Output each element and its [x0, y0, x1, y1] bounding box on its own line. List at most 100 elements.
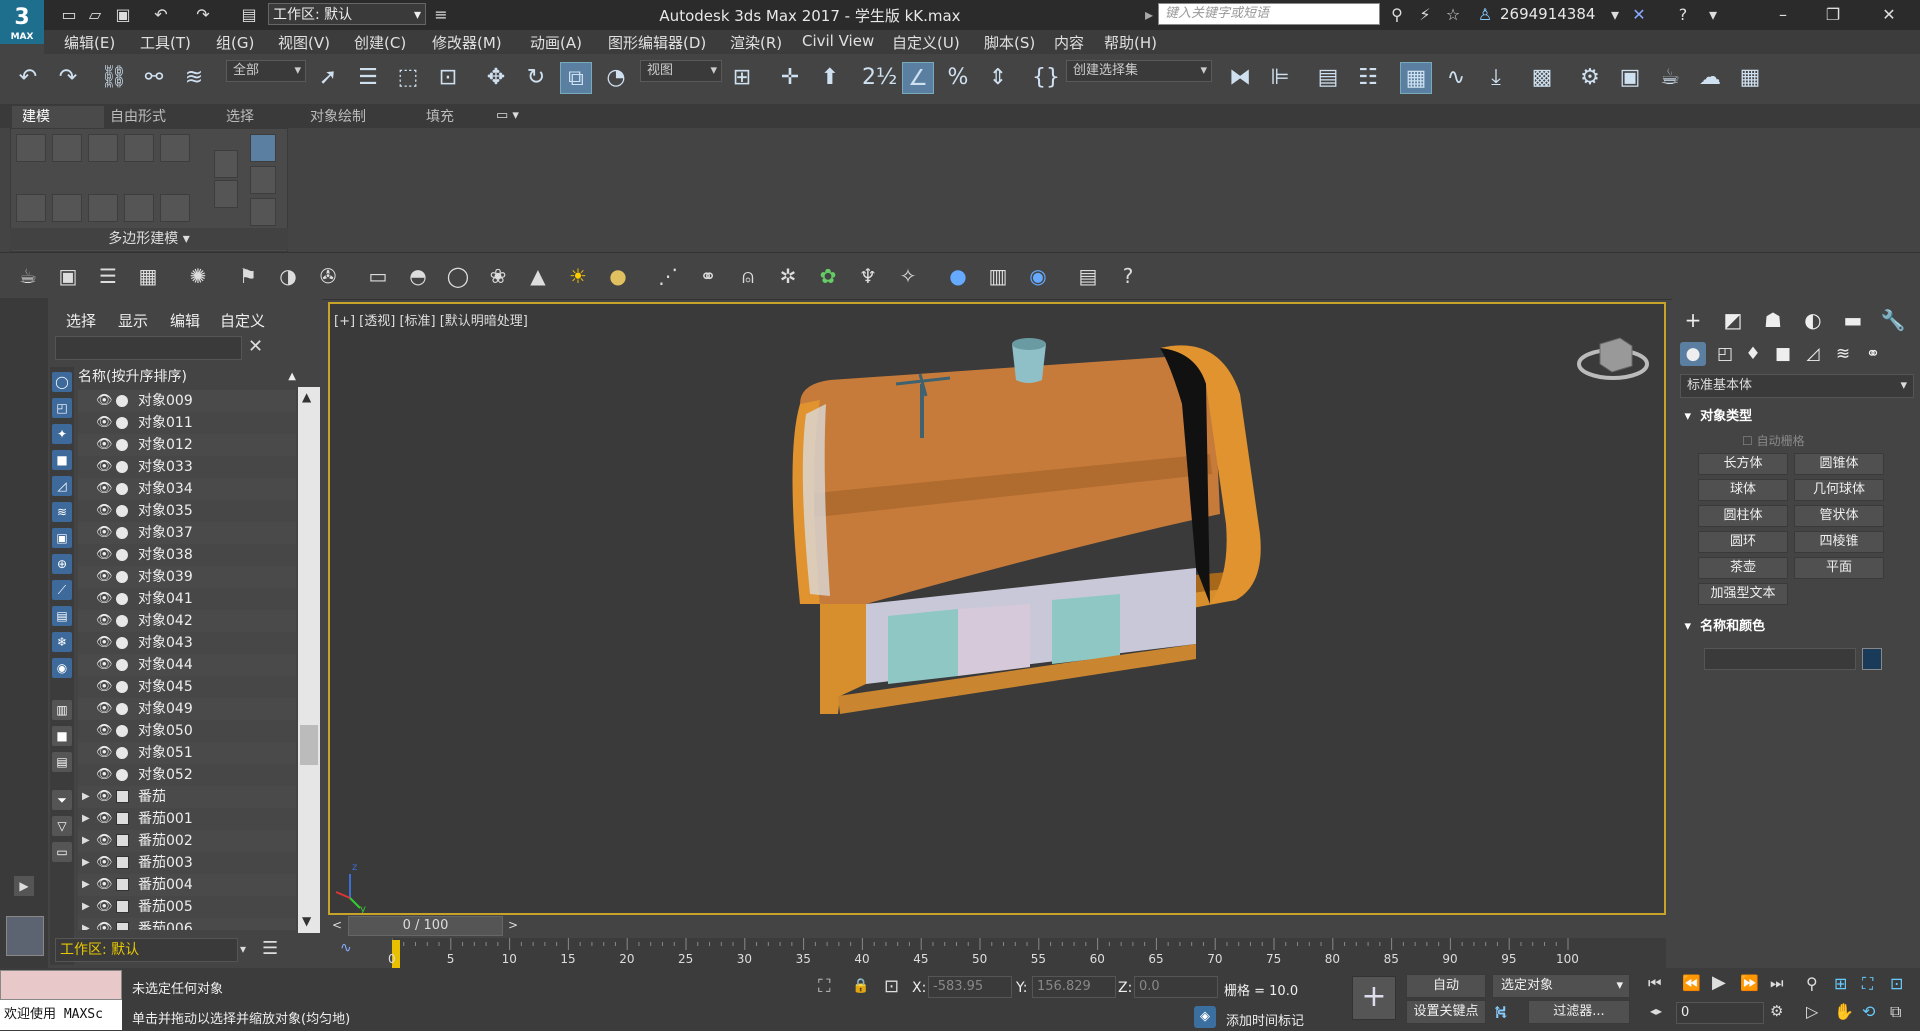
- explorer-menu-display[interactable]: 显示: [118, 310, 148, 331]
- hierarchy-tab-icon[interactable]: ☗: [1758, 306, 1788, 334]
- menu-civil-view[interactable]: Civil View: [802, 32, 874, 50]
- quick-access-menu-icon[interactable]: ≡: [430, 4, 452, 26]
- display-none-icon[interactable]: ■: [52, 726, 72, 746]
- key-filters-button[interactable]: 过滤器...: [1528, 1000, 1630, 1024]
- visibility-eye-icon[interactable]: 👁: [96, 500, 113, 522]
- batch-render-icon[interactable]: ▤: [1074, 262, 1102, 290]
- set-key-mode-button[interactable]: 设置关键点: [1406, 1000, 1486, 1024]
- next-frame-icon[interactable]: >: [508, 918, 518, 932]
- primitive-category-dropdown[interactable]: 标准基本体 ▾: [1680, 374, 1914, 398]
- box-button[interactable]: 长方体: [1698, 453, 1788, 475]
- visibility-eye-icon[interactable]: 👁: [96, 412, 113, 434]
- explorer-menu-customize[interactable]: 自定义: [220, 310, 265, 331]
- visibility-eye-icon[interactable]: 👁: [96, 456, 113, 478]
- explorer-menu-edit[interactable]: 编辑: [170, 310, 200, 331]
- isolate-selection-icon[interactable]: ⛶: [818, 976, 831, 997]
- object-row[interactable]: 👁 对象035: [78, 500, 296, 522]
- object-row[interactable]: 👁 对象041: [78, 588, 296, 610]
- object-row[interactable]: 👁 对象042: [78, 610, 296, 632]
- tab-modeling[interactable]: 建模: [12, 106, 104, 128]
- group-row[interactable]: ▶ 👁 番茄001: [78, 808, 296, 830]
- exchange-icon[interactable]: ✕: [1628, 4, 1650, 26]
- light-bulb-icon[interactable]: ✺: [184, 262, 212, 290]
- grass-icon[interactable]: ✿: [814, 262, 842, 290]
- plane-light-icon[interactable]: ▭: [364, 262, 392, 290]
- reference-coordinate-dropdown[interactable]: 视图 ▾: [640, 60, 722, 82]
- film-reel-icon[interactable]: ✇: [314, 262, 342, 290]
- user-icon[interactable]: ♙: [1474, 4, 1496, 26]
- layers-icon[interactable]: ☷: [1352, 62, 1384, 94]
- filter-shapes-icon[interactable]: ◰: [52, 398, 72, 418]
- selection-filter-dropdown[interactable]: 全部 ▾: [226, 60, 306, 82]
- previous-key-icon[interactable]: ⏪: [1682, 974, 1701, 992]
- material-sphere-icon[interactable]: ●: [944, 262, 972, 290]
- redo-icon[interactable]: ↷: [192, 4, 214, 26]
- selection-lock-icon[interactable]: 🔒: [852, 978, 869, 994]
- camera-tool-icon[interactable]: ⚑: [234, 262, 262, 290]
- display-all-icon[interactable]: ▥: [52, 700, 72, 720]
- visibility-eye-icon[interactable]: 👁: [96, 434, 113, 456]
- keyword-search-input[interactable]: 键入关键字或短语: [1158, 3, 1380, 25]
- help-menu-chevron-icon[interactable]: ▾: [1702, 4, 1724, 26]
- key-tangent-icon[interactable]: ⛕: [1494, 1002, 1507, 1026]
- maxscript-listener-output[interactable]: [0, 970, 122, 1000]
- mesh-light-icon[interactable]: ❀: [484, 262, 512, 290]
- link-icon[interactable]: ⛓: [98, 62, 130, 94]
- pan-view-icon[interactable]: ✋: [1834, 1002, 1854, 1021]
- filter-helpers-icon[interactable]: ◿: [52, 476, 72, 496]
- filter-cameras-icon[interactable]: ■: [52, 450, 72, 470]
- visibility-eye-icon[interactable]: 👁: [96, 478, 113, 500]
- search-arrow-icon[interactable]: ▸: [1138, 4, 1160, 26]
- key-mode-toggle-icon[interactable]: ◂▸: [1650, 1004, 1662, 1018]
- box-model[interactable]: [792, 338, 1261, 714]
- menu-edit[interactable]: 编辑(E): [64, 32, 115, 53]
- save-file-icon[interactable]: ▣: [112, 4, 134, 26]
- vertex-mode-button[interactable]: [16, 134, 46, 162]
- visibility-eye-icon[interactable]: 👁: [96, 632, 113, 654]
- field-of-view-icon[interactable]: ▷: [1806, 1002, 1818, 1021]
- ribbon-toggle-icon[interactable]: ▦: [1400, 62, 1432, 94]
- rectangular-selection-icon[interactable]: ⬚: [392, 62, 424, 94]
- communication-center-icon[interactable]: ⚡: [1414, 4, 1436, 26]
- undo-icon[interactable]: ↶: [12, 62, 44, 94]
- mini-curve-editor-icon[interactable]: ∿: [340, 940, 352, 956]
- pivot-align-button[interactable]: [250, 198, 276, 226]
- polygon-modeling-label[interactable]: 多边形建模 ▾: [10, 228, 288, 250]
- zoom-extents-icon[interactable]: ⛶: [1862, 974, 1873, 994]
- filter-bones-icon[interactable]: ⟋: [52, 580, 72, 600]
- workspace-select[interactable]: 工作区: 默认 ▾: [268, 3, 426, 25]
- y-coordinate-field[interactable]: 156.829: [1032, 976, 1116, 998]
- user-id[interactable]: 2694914384: [1500, 5, 1595, 23]
- object-row[interactable]: 👁 对象045: [78, 676, 296, 698]
- display-tab-icon[interactable]: ▬: [1838, 306, 1868, 334]
- menu-help[interactable]: 帮助(H): [1104, 32, 1157, 53]
- prev-frame-icon[interactable]: <: [332, 918, 342, 932]
- menu-rendering[interactable]: 渲染(R): [730, 32, 782, 53]
- visibility-eye-icon[interactable]: 👁: [96, 742, 113, 764]
- window-crossing-icon[interactable]: ⊡: [432, 62, 464, 94]
- filter-lights-icon[interactable]: ✦: [52, 424, 72, 444]
- visibility-eye-icon[interactable]: 👁: [96, 390, 113, 412]
- select-object-icon[interactable]: ➚: [312, 62, 344, 94]
- hair-icon[interactable]: ♆: [854, 262, 882, 290]
- go-to-start-icon[interactable]: ⏮: [1648, 974, 1662, 992]
- group-row[interactable]: ▶ 👁 番茄003: [78, 852, 296, 874]
- mirror-icon[interactable]: ⧓: [1224, 62, 1256, 94]
- current-frame-field[interactable]: 0: [1676, 1002, 1764, 1024]
- rotate-icon[interactable]: ↻: [520, 62, 552, 94]
- teapot-button[interactable]: 茶壶: [1698, 557, 1788, 579]
- systems-subtab-icon[interactable]: ⚭: [1860, 342, 1886, 366]
- viewcube[interactable]: [1577, 337, 1649, 380]
- lights-subtab-icon[interactable]: ♦: [1740, 342, 1766, 366]
- visibility-eye-icon[interactable]: 👁: [96, 918, 113, 930]
- half-sphere-icon[interactable]: ◑: [274, 262, 302, 290]
- keyboard-shortcut-override-icon[interactable]: ⬆: [814, 62, 846, 94]
- object-type-rollout[interactable]: ▾ 对象类型: [1680, 406, 1914, 428]
- shell-icon[interactable]: ✧: [894, 262, 922, 290]
- group-row[interactable]: ▶ 👁 番茄005: [78, 896, 296, 918]
- group-row[interactable]: ▶ 👁 番茄: [78, 786, 296, 808]
- object-row[interactable]: 👁 对象039: [78, 566, 296, 588]
- dome-light-icon[interactable]: ◓: [404, 262, 432, 290]
- object-row[interactable]: 👁 对象043: [78, 632, 296, 654]
- geosphere-button[interactable]: 几何球体: [1794, 479, 1884, 501]
